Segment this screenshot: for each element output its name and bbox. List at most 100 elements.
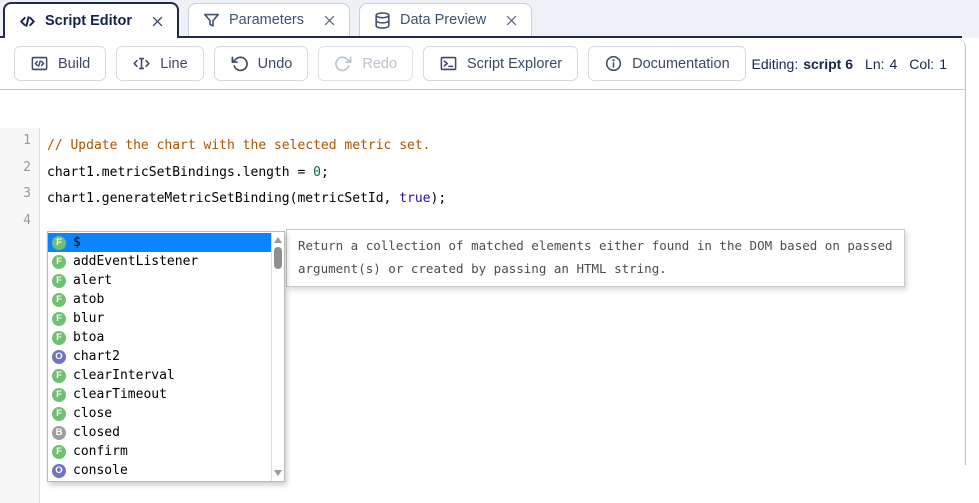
completion-kind-icon: F	[52, 273, 66, 288]
button-label: Documentation	[632, 55, 730, 72]
close-icon[interactable]	[322, 13, 337, 28]
line-number: 4	[23, 212, 31, 228]
autocomplete-item-label: console	[73, 463, 128, 478]
code-token-plain: chart1.metricSetBindings.length =	[47, 164, 314, 180]
completion-kind-icon: F	[52, 311, 66, 326]
code-token-comment: // Update the chart with the selected me…	[47, 138, 431, 153]
script-editor-window: Script Editor Parameters Data Preview Buil…	[0, 0, 979, 503]
tab-label: Script Editor	[45, 13, 133, 29]
tab-bar: Script Editor Parameters Data Preview	[3, 2, 533, 38]
autocomplete-item-label: btoa	[73, 330, 105, 345]
autocomplete-item-close[interactable]: Fclose	[48, 404, 271, 423]
autocomplete-item-blur[interactable]: Fblur	[48, 309, 271, 328]
code-icon	[18, 12, 37, 31]
editing-label: Editing:	[751, 55, 799, 72]
code-line[interactable]: chart1.metricSetBindings.length = 0;	[41, 160, 964, 187]
tab-script-editor[interactable]: Script Editor	[3, 2, 180, 38]
autocomplete-scrollbar[interactable]	[271, 232, 284, 481]
line-label: Ln:	[865, 55, 885, 72]
code-line[interactable]: chart1.generateMetricSetBinding(metricSe…	[41, 186, 964, 213]
tab-label: Parameters	[229, 12, 304, 28]
autocomplete-item-closed[interactable]: Bclosed	[48, 423, 271, 442]
code-line[interactable]: // Update the chart with the selected me…	[41, 133, 964, 160]
scroll-up-icon[interactable]	[274, 237, 282, 243]
autocomplete-item-chart2[interactable]: Ochart2	[48, 347, 271, 366]
line-number: 3	[23, 186, 31, 202]
autocomplete-item-btoa[interactable]: Fbtoa	[48, 328, 271, 347]
undo-icon	[230, 54, 249, 73]
close-icon[interactable]	[150, 14, 165, 29]
autocomplete-item-atob[interactable]: Fatob	[48, 290, 271, 309]
tab-strip: Script Editor Parameters Data Preview	[0, 0, 979, 38]
autocomplete-item-label: clearInterval	[73, 368, 175, 383]
tab-data-preview[interactable]: Data Preview	[358, 3, 533, 36]
info-icon	[604, 54, 623, 73]
autocomplete-item-label: confirm	[73, 444, 128, 459]
column-label: Col:	[909, 55, 935, 72]
completion-kind-icon: F	[52, 444, 66, 459]
autocomplete-item-label: atob	[73, 292, 105, 307]
build-button[interactable]: Build	[14, 46, 107, 81]
autocomplete-item-alert[interactable]: Falert	[48, 271, 271, 290]
autocomplete-item-confirm[interactable]: Fconfirm	[48, 442, 271, 461]
button-label: Redo	[362, 55, 398, 72]
button-label: Build	[58, 55, 91, 72]
autocomplete-item-label: close	[73, 406, 113, 421]
script-explorer-button[interactable]: Script Explorer	[423, 46, 579, 81]
line-number: 2	[23, 159, 31, 175]
autocomplete-item-[interactable]: F $	[48, 233, 271, 252]
tab-parameters[interactable]: Parameters	[188, 3, 350, 36]
code-editor[interactable]: 1 2 3 4 // Update the chart with the select…	[0, 128, 964, 503]
tooltip-line-1: Return a collection of matched elements …	[298, 238, 893, 253]
tooltip-line-2: argument(s) or created by passing an HTM…	[298, 261, 667, 276]
autocomplete-item-label: closed	[73, 425, 120, 440]
code-token-plain: chart1.generateMetricSetBinding(metricSe…	[47, 191, 400, 207]
editor-panel: Build Line Undo Redo Script Explorer Document…	[0, 38, 966, 503]
button-label: Undo	[257, 55, 293, 72]
scrollbar-thumb[interactable]	[274, 247, 282, 269]
autocomplete-item-label: addEventListener	[73, 254, 199, 269]
toolbar-buttons: Build Line Undo Redo Script Explorer Document…	[14, 46, 746, 81]
completion-kind-icon: F	[52, 406, 66, 421]
autocomplete-item-addeventlistener[interactable]: FaddEventListener	[48, 252, 271, 271]
column-number-value: 1	[939, 55, 947, 72]
tab-label: Data Preview	[399, 12, 487, 28]
completion-kind-icon: F	[52, 235, 66, 250]
autocomplete-item-clearinterval[interactable]: FclearInterval	[48, 366, 271, 385]
completion-kind-icon: F	[52, 292, 66, 307]
autocomplete-item-label: clearTimeout	[73, 387, 167, 402]
line-button[interactable]: Line	[116, 46, 204, 81]
database-icon	[373, 11, 392, 30]
close-icon[interactable]	[504, 13, 519, 28]
line-number: 1	[23, 133, 31, 148]
code-area[interactable]: // Update the chart with the selected me…	[41, 128, 964, 239]
button-label: Script Explorer	[467, 55, 563, 72]
autocomplete-item-console[interactable]: Oconsole	[48, 461, 271, 480]
autocomplete-item-label: chart2	[73, 349, 120, 364]
button-label: Line	[160, 55, 188, 72]
completion-kind-icon: B	[52, 425, 66, 440]
completion-kind-icon: F	[52, 387, 66, 402]
build-icon	[30, 54, 49, 73]
autocomplete-tooltip: Return a collection of matched elements …	[286, 229, 905, 287]
code-token-plain: ;	[320, 164, 329, 180]
completion-kind-icon: O	[52, 463, 66, 478]
undo-button[interactable]: Undo	[213, 46, 309, 81]
editing-status: Editing: script 6 Ln: 4 Col: 1	[752, 56, 955, 72]
line-number-gutter: 1 2 3 4	[0, 128, 40, 503]
autocomplete-list: F $ FaddEventListener Falert Fatob Fblur Fbtoa…	[48, 232, 271, 481]
line-number-value: 4	[889, 55, 898, 72]
completion-kind-icon: F	[52, 330, 66, 345]
code-token-plain: );	[430, 191, 447, 207]
documentation-button[interactable]: Documentation	[588, 46, 746, 81]
completion-kind-icon: F	[52, 254, 66, 269]
redo-button[interactable]: Redo	[318, 46, 414, 81]
autocomplete-item-label: blur	[73, 311, 105, 326]
autocomplete-item-label: alert	[73, 273, 113, 288]
script-name: script 6	[803, 55, 854, 72]
line-icon	[132, 54, 151, 73]
terminal-icon	[439, 54, 458, 73]
autocomplete-item-cleartimeout[interactable]: FclearTimeout	[48, 385, 271, 404]
scroll-down-icon[interactable]	[274, 470, 282, 476]
code-token-atom: true	[399, 191, 431, 207]
